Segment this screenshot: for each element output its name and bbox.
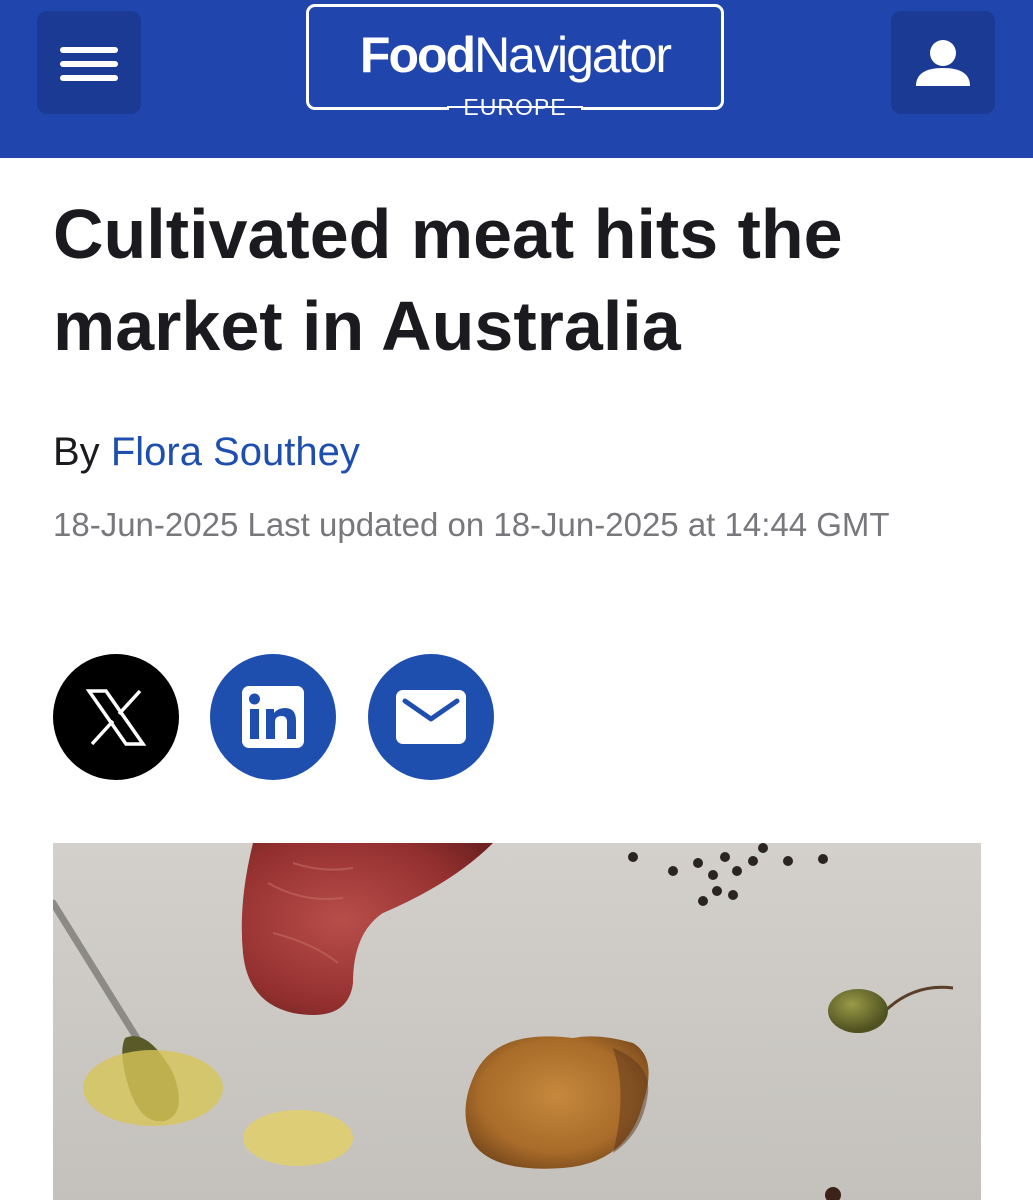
- share-x-button[interactable]: [53, 654, 179, 780]
- x-logo-icon: [85, 689, 147, 746]
- user-icon: [916, 40, 970, 86]
- by-label: By: [53, 430, 100, 474]
- site-header: FoodNavigator EUROPE: [0, 0, 1033, 158]
- menu-button[interactable]: [37, 11, 141, 114]
- share-email-button[interactable]: [368, 654, 494, 780]
- author-link[interactable]: Flora Southey: [111, 430, 360, 474]
- byline: By Flora Southey: [53, 428, 360, 476]
- share-linkedin-button[interactable]: [210, 654, 336, 780]
- logo-region: EUROPE: [309, 93, 721, 121]
- site-logo[interactable]: FoodNavigator EUROPE: [306, 4, 724, 120]
- article-dateline: 18-Jun-2025 Last updated on 18-Jun-2025 …: [53, 506, 890, 543]
- linkedin-icon: [242, 686, 304, 748]
- logo-wordmark: FoodNavigator: [359, 27, 672, 83]
- email-icon: [396, 690, 466, 744]
- account-button[interactable]: [891, 11, 995, 114]
- article-title: Cultivated meat hits the market in Austr…: [53, 195, 843, 365]
- hero-image: [53, 843, 981, 1200]
